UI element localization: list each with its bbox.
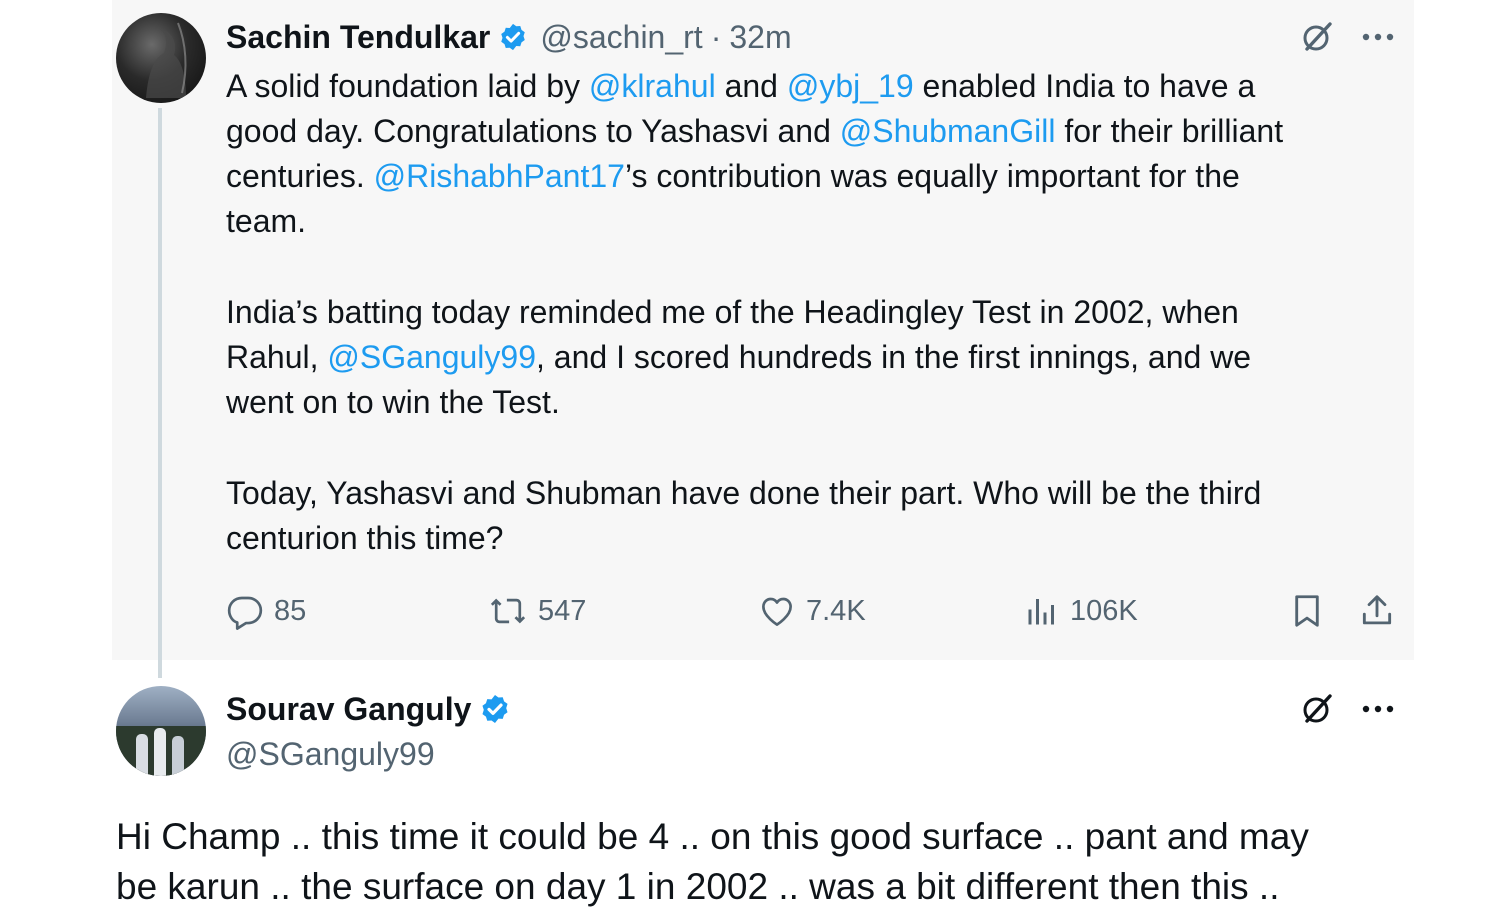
grok-icon[interactable] xyxy=(1297,689,1337,729)
thread-connector-line xyxy=(158,108,162,678)
text-fragment: enabled India to have a xyxy=(913,68,1256,104)
avatar-figure xyxy=(136,734,148,776)
tweet1-text-line: centuries. @RishabhPant17’s contribution… xyxy=(226,154,1240,200)
more-icon[interactable] xyxy=(1358,692,1398,726)
tweet1-text-line: centurion this time? xyxy=(226,520,504,556)
reply-button[interactable]: 85 xyxy=(226,592,306,630)
tweet1-text-line: went on to win the Test. xyxy=(226,384,560,420)
repost-icon xyxy=(490,598,526,624)
like-button[interactable]: 7.4K xyxy=(758,592,866,630)
tweet1-text-line: Today, Yashasvi and Shubman have done th… xyxy=(226,475,1262,511)
mention-link[interactable]: @RishabhPant17 xyxy=(374,158,625,194)
author-name[interactable]: Sourav Ganguly xyxy=(226,691,471,728)
share-button[interactable] xyxy=(1358,592,1396,630)
text-fragment: Rahul, xyxy=(226,339,328,375)
timestamp[interactable]: 32m xyxy=(729,19,791,56)
avatar-figure xyxy=(154,728,166,776)
tweet2-handle-row: @SGanguly99 xyxy=(226,733,435,775)
tweet2-text-line: be karun .. the surface on day 1 in 2002… xyxy=(116,866,1280,907)
tweet1-text-line: A solid foundation laid by @klrahul and … xyxy=(226,64,1255,110)
views-icon xyxy=(1028,599,1054,625)
tweet1-text-line: team. xyxy=(226,203,307,239)
tweet2-header: Sourav Ganguly xyxy=(226,688,511,730)
avatar-portrait-icon xyxy=(146,22,187,98)
mention-link[interactable]: @ShubmanGill xyxy=(840,113,1056,149)
separator-dot: · xyxy=(710,18,722,55)
author-handle[interactable]: @SGanguly99 xyxy=(226,736,435,773)
mention-link[interactable]: @SGanguly99 xyxy=(327,339,536,375)
avatar-ganguly[interactable] xyxy=(116,686,206,776)
reply-count: 85 xyxy=(274,594,307,627)
mention-link[interactable]: @ybj_19 xyxy=(787,68,914,104)
views-button[interactable]: 106K xyxy=(1024,592,1138,630)
verified-badge-icon xyxy=(479,693,511,725)
tweet1-text-line: India’s batting today reminded me of the… xyxy=(226,294,1239,330)
repost-count: 547 xyxy=(538,594,587,627)
verified-badge-icon xyxy=(498,22,528,52)
author-handle[interactable]: @sachin_rt xyxy=(540,19,702,56)
text-fragment: centuries. xyxy=(226,158,374,194)
text-fragment: for their brilliant xyxy=(1055,113,1284,149)
tweet2-text-line: Hi Champ .. this time it could be 4 .. o… xyxy=(116,816,1309,857)
repost-button[interactable]: 547 xyxy=(488,592,586,630)
reply-icon xyxy=(227,596,263,630)
grok-icon[interactable] xyxy=(1297,17,1337,57)
views-count: 106K xyxy=(1070,594,1138,627)
text-fragment: A solid foundation laid by xyxy=(226,68,589,104)
tweet1-header: Sachin Tendulkar @sachin_rt · 32m xyxy=(226,16,792,58)
like-icon xyxy=(762,597,792,626)
text-fragment: good day. Congratulations to Yashasvi an… xyxy=(226,113,840,149)
bookmark-button[interactable] xyxy=(1288,592,1326,630)
author-name[interactable]: Sachin Tendulkar xyxy=(226,19,490,56)
avatar-sachin[interactable] xyxy=(116,13,206,103)
avatar-figure xyxy=(172,736,184,776)
text-fragment: , and I scored hundreds in the first inn… xyxy=(536,339,1252,375)
share-icon xyxy=(1362,595,1392,625)
text-fragment: ’s contribution was equally important fo… xyxy=(624,158,1240,194)
tweet1-text-line: good day. Congratulations to Yashasvi an… xyxy=(226,109,1283,155)
tweet1-text-line: Rahul, @SGanguly99, and I scored hundred… xyxy=(226,335,1251,381)
bookmark-icon xyxy=(1295,595,1319,627)
text-fragment: and xyxy=(715,68,787,104)
mention-link[interactable]: @klrahul xyxy=(589,68,716,104)
like-count: 7.4K xyxy=(806,594,866,627)
more-icon[interactable] xyxy=(1358,20,1398,54)
